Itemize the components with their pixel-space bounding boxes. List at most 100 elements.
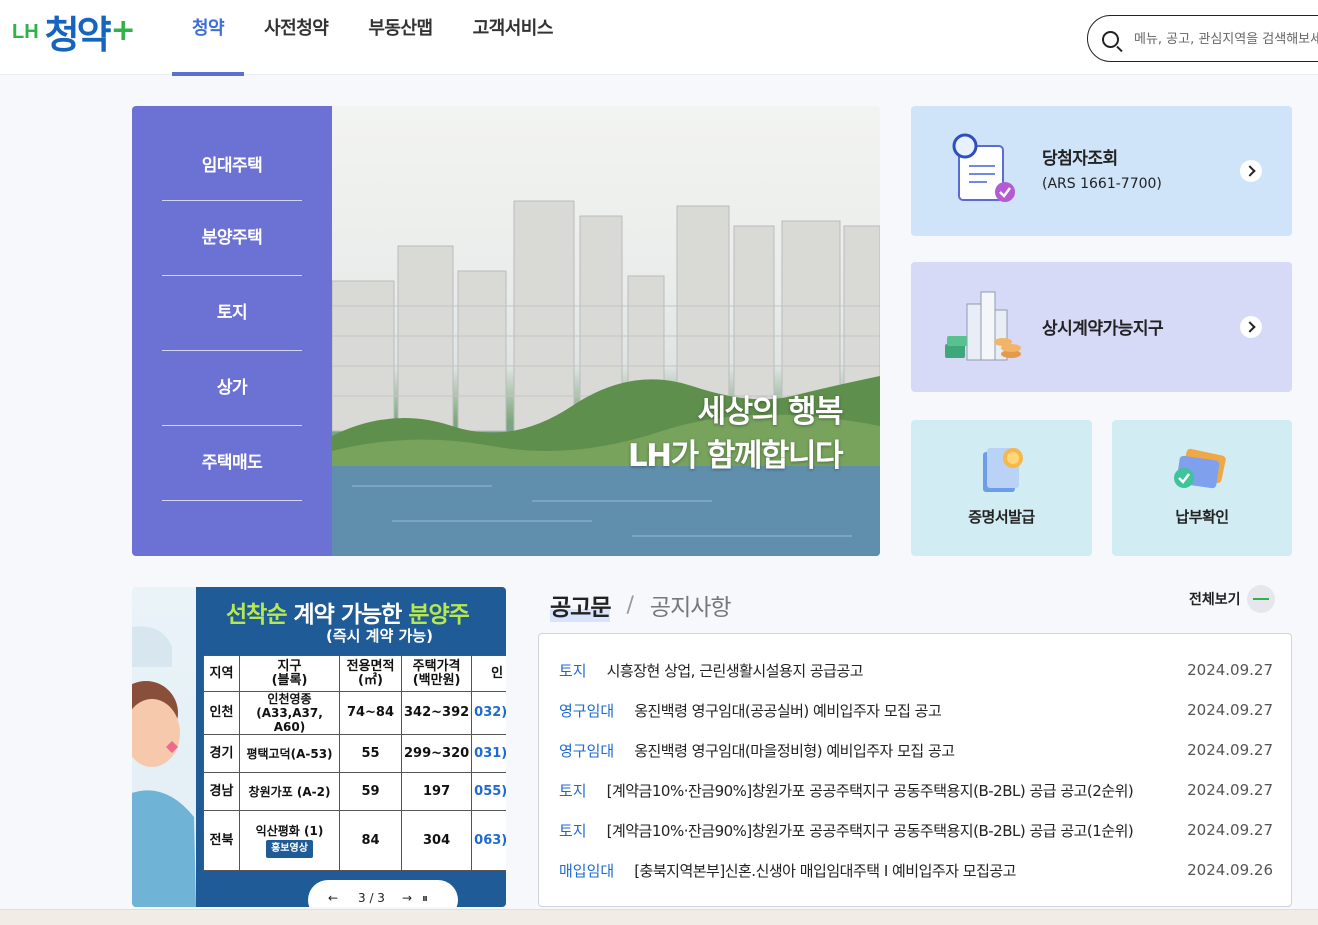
promo-banner[interactable]: 선착순 계약 가능한 분양주 (즉시 계약 가능) 지역 지구 (블록) 전용면…	[132, 587, 506, 907]
promo-district-text: 익산평화 (1)	[255, 823, 324, 838]
pause-icon[interactable]: ⏸	[422, 891, 428, 906]
promo-pager: ← 3 / 3 → ⏸	[308, 880, 458, 907]
promo-th-area: 전용면적 (㎡)	[339, 655, 402, 692]
view-all-label: 전체보기	[1189, 592, 1241, 608]
tab-notices[interactable]: 공지사항	[650, 588, 732, 622]
hero-city-image: 세상의 행복 LH가 함께합니다	[332, 106, 880, 556]
notice-title: 옹진백령 영구임대(마을정비형) 예비입주자 모집 공고	[634, 741, 955, 760]
card-check-icon	[1174, 448, 1226, 489]
notice-date: 2024.09.26	[1187, 861, 1273, 879]
promo-cell: 인천	[203, 691, 240, 735]
certificate-card[interactable]: 증명서발급	[911, 420, 1092, 556]
promo-cell: 032)5	[471, 691, 506, 735]
winner-lookup-phone: (ARS 1661-7700)	[1042, 176, 1162, 192]
table-row: 경남 창원가포 (A-2) 59 197 055)2	[203, 772, 506, 811]
menu-rental-housing[interactable]: 임대주택	[162, 126, 302, 201]
view-all-link[interactable]: 전체보기	[1189, 585, 1275, 613]
promo-cell: 342~392	[400, 691, 473, 735]
promo-cell: 197	[400, 772, 473, 811]
promo-video-badge[interactable]: 홍보영상	[266, 839, 313, 858]
promo-board: 선착순 계약 가능한 분양주 (즉시 계약 가능) 지역 지구 (블록) 전용면…	[196, 587, 506, 907]
contract-available-title: 상시계약가능지구	[1042, 319, 1164, 339]
document-search-icon	[952, 133, 1015, 202]
list-item[interactable]: 영구임대 옹진백령 영구임대(마을정비형) 예비입주자 모집 공고 2024.0…	[559, 730, 1273, 770]
tab-announcements[interactable]: 공고문	[550, 588, 611, 622]
contract-available-card[interactable]: 상시계약가능지구	[911, 262, 1292, 392]
winner-lookup-title: 당첨자조회	[1042, 149, 1118, 169]
menu-sale-housing[interactable]: 분양주택	[162, 201, 302, 276]
promo-th-district: 지구 (블록)	[239, 655, 340, 692]
search-box[interactable]	[1087, 15, 1318, 62]
hero-slogan-line2: LH가 함께합니다	[627, 438, 844, 474]
promo-cell: 59	[339, 772, 402, 811]
notice-category: 토지	[559, 821, 587, 840]
menu-house-sale[interactable]: 주택매도	[162, 426, 302, 501]
promo-cell: 평택고덕(A-53)	[239, 734, 340, 773]
notice-date: 2024.09.27	[1187, 821, 1273, 839]
promo-cell: 경기	[203, 734, 240, 773]
promo-character-area	[132, 587, 196, 907]
logo-main: 청약	[44, 13, 112, 57]
list-item[interactable]: 매입임대 [충북지역본부]신혼.신생아 매입임대주택 Ⅰ 예비입주자 모집공고 …	[559, 850, 1273, 890]
list-item[interactable]: 토지 시흥장현 상업, 근린생활시설용지 공급공고 2024.09.27	[559, 650, 1273, 690]
certificate-title: 증명서발급	[968, 508, 1035, 526]
list-item[interactable]: 토지 [계약금10%·잔금90%]창원가포 공공주택지구 공동주택용지(B-2B…	[559, 810, 1273, 850]
building-coins-icon	[945, 291, 1021, 361]
minus-icon	[1246, 585, 1275, 613]
notice-date: 2024.09.27	[1187, 661, 1273, 679]
nav-real-estate-map[interactable]: 부동산맵	[348, 0, 452, 75]
notice-date: 2024.09.27	[1187, 701, 1273, 719]
housing-category-menu: 임대주택 분양주택 토지 상가 주택매도	[132, 106, 332, 556]
hero-slogan: 세상의 행복 LH가 함께합니다	[627, 390, 844, 478]
payment-check-title: 납부확인	[1175, 508, 1229, 526]
hero-banner: 임대주택 분양주택 토지 상가 주택매도 세상의 행복 LH가 함께합니다	[132, 106, 880, 556]
promo-cell: 익산평화 (1) 홍보영상	[239, 810, 340, 871]
menu-land[interactable]: 토지	[162, 276, 302, 351]
list-item[interactable]: 토지 [계약금10%·잔금90%]창원가포 공공주택지구 공동주택용지(B-2B…	[559, 770, 1273, 810]
arrow-left-icon[interactable]: ←	[328, 891, 338, 905]
notice-tabs: 공고문 / 공지사항	[550, 588, 732, 622]
promo-table: 지역 지구 (블록) 전용면적 (㎡) 주택가격 (백만원) 인 인천 인천영종…	[203, 655, 506, 871]
tab-separator: /	[626, 592, 634, 618]
table-row: 경기 평택고덕(A-53) 55 299~320 031)8	[203, 734, 506, 773]
promo-th-region: 지역	[203, 655, 240, 692]
menu-commercial[interactable]: 상가	[162, 351, 302, 426]
notice-category: 토지	[559, 661, 587, 680]
notice-category: 영구임대	[559, 741, 615, 760]
notice-category: 매입임대	[559, 861, 615, 880]
arrow-right-icon[interactable]: →	[402, 891, 412, 905]
character-illustration	[132, 626, 196, 907]
notice-list: 토지 시흥장현 상업, 근린생활시설용지 공급공고 2024.09.27 영구임…	[538, 633, 1292, 907]
search-icon[interactable]	[1102, 31, 1119, 48]
promo-cell: 74~84	[339, 691, 402, 735]
promo-title: 선착순 계약 가능한 분양주	[226, 595, 470, 629]
notice-title: 옹진백령 영구임대(공공실버) 예비입주자 모집 공고	[634, 701, 942, 720]
winner-lookup-card[interactable]: 당첨자조회 (ARS 1661-7700)	[911, 106, 1292, 236]
notice-category: 토지	[559, 781, 587, 800]
nav-subscription[interactable]: 청약	[172, 0, 245, 76]
hero-slogan-line1: 세상의 행복	[697, 394, 844, 430]
main-nav: 청약 사전청약 부동산맵 고객서비스	[172, 0, 573, 76]
promo-cell: 인천영종 (A33,A37, A60)	[239, 691, 340, 735]
certificate-icon	[983, 448, 1023, 492]
nav-customer-service[interactable]: 고객서비스	[453, 0, 573, 75]
promo-cell: 031)8	[471, 734, 506, 773]
promo-cell: 304	[400, 810, 473, 871]
payment-check-card[interactable]: 납부확인	[1112, 420, 1292, 556]
notice-title: [계약금10%·잔금90%]창원가포 공공주택지구 공동주택용지(B-2BL) …	[606, 781, 1134, 800]
nav-pre-subscription[interactable]: 사전청약	[244, 0, 348, 75]
bottom-strip	[0, 909, 1318, 925]
notice-date: 2024.09.27	[1187, 741, 1273, 759]
search-input[interactable]	[1132, 26, 1318, 52]
promo-cell: 063)8	[471, 810, 506, 871]
logo-lh: LH	[12, 21, 39, 43]
pager-count: 3 / 3	[358, 891, 385, 905]
chevron-right-icon[interactable]	[1240, 316, 1262, 338]
promo-cell: 창원가포 (A-2)	[239, 772, 340, 811]
list-item[interactable]: 영구임대 옹진백령 영구임대(공공실버) 예비입주자 모집 공고 2024.09…	[559, 690, 1273, 730]
promo-cell: 경남	[203, 772, 240, 811]
chevron-right-icon[interactable]	[1240, 160, 1262, 182]
promo-cell: 055)2	[471, 772, 506, 811]
lh-logo[interactable]: LH 청약 +	[12, 6, 136, 58]
promo-title-part: 선착순	[226, 602, 294, 628]
